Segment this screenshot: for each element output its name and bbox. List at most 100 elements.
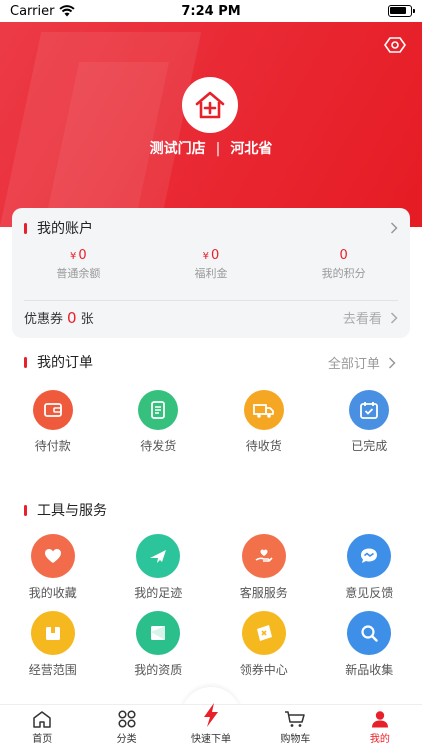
stat-label: 普通余额 xyxy=(56,267,101,280)
all-orders-label: 全部订单 xyxy=(327,356,380,372)
account-stats: ¥0 普通余额 ¥0 福利金 0 我的积分 xyxy=(12,248,410,281)
tool-label: 领券中心 xyxy=(239,663,288,677)
orders-title-label: 我的订单 xyxy=(37,355,93,371)
coupon-link[interactable]: 去看看 xyxy=(343,308,398,327)
tool-label: 意见反馈 xyxy=(345,586,394,600)
tool-new-products[interactable]: 新品收集 xyxy=(317,611,422,678)
status-time: 7:24 PM xyxy=(181,3,241,19)
account-title: 我的账户 xyxy=(24,218,93,238)
tab-mine[interactable]: 我的 xyxy=(338,705,422,750)
chevron-right-icon xyxy=(388,356,396,369)
title-marker xyxy=(24,504,27,516)
order-grid: 待付款 待发货 待收货 已完成 xyxy=(0,390,422,454)
lightning-icon[interactable] xyxy=(190,694,232,736)
stat-points[interactable]: 0 我的积分 xyxy=(277,248,410,281)
heart-icon xyxy=(30,534,75,578)
tools-title: 工具与服务 xyxy=(24,500,398,520)
tool-grid: 我的收藏 我的足迹 客服服务 意见反馈 经营范围 我的资质 领券中心 新品收集 xyxy=(0,534,422,678)
profile-header: 测试门店 | 河北省 xyxy=(0,22,422,227)
coupon-icon xyxy=(241,611,286,655)
tab-label: 购物车 xyxy=(280,734,311,745)
tab-home[interactable]: 首页 xyxy=(0,705,84,750)
box-icon xyxy=(30,611,75,655)
service-hand-icon xyxy=(241,534,286,578)
coupon-label: 优惠券 xyxy=(24,312,64,327)
coupon-unit: 张 xyxy=(80,312,94,327)
truck-icon xyxy=(243,390,284,430)
cart-icon xyxy=(285,711,306,727)
store-logo-icon[interactable] xyxy=(182,77,238,133)
plane-icon xyxy=(136,534,181,578)
wallet-icon xyxy=(32,390,73,430)
tool-coupon-center[interactable]: 领券中心 xyxy=(211,611,317,678)
stat-value: 0 xyxy=(339,248,348,263)
tab-category[interactable]: 分类 xyxy=(84,705,168,750)
tool-label: 我的资质 xyxy=(134,663,183,677)
store-separator: | xyxy=(215,141,221,157)
stat-normal-balance[interactable]: ¥0 普通余额 xyxy=(12,248,145,281)
chevron-right-icon xyxy=(390,222,398,234)
order-pending-shipment[interactable]: 待发货 xyxy=(106,390,212,454)
eye-icon[interactable] xyxy=(384,36,406,54)
divider xyxy=(24,300,398,301)
stat-welfare[interactable]: ¥0 福利金 xyxy=(145,248,278,281)
tools-title-label: 工具与服务 xyxy=(37,503,107,519)
order-label: 待付款 xyxy=(34,439,71,453)
tool-qualifications[interactable]: 我的资质 xyxy=(106,611,212,678)
tool-label: 客服服务 xyxy=(239,586,288,600)
stat-label: 福利金 xyxy=(194,267,228,280)
status-left: Carrier xyxy=(10,3,76,19)
coupon-count: 0 xyxy=(67,309,77,327)
certificate-icon xyxy=(136,611,181,655)
order-pending-payment[interactable]: 待付款 xyxy=(0,390,106,454)
user-icon xyxy=(371,711,388,728)
tab-label: 我的 xyxy=(369,734,390,745)
tool-label: 经营范围 xyxy=(28,663,77,677)
coupon-info: 优惠券 0 张 xyxy=(24,308,94,327)
all-orders-link[interactable]: 全部订单 xyxy=(328,353,396,372)
order-label: 待发货 xyxy=(140,439,177,453)
tab-cart[interactable]: 购物车 xyxy=(253,705,337,750)
status-bar: Carrier 7:24 PM xyxy=(0,0,422,22)
carrier-label: Carrier xyxy=(10,3,55,19)
store-info: 测试门店 | 河北省 xyxy=(0,138,422,158)
title-marker xyxy=(24,222,27,234)
grid-icon xyxy=(118,710,136,728)
order-pending-receipt[interactable]: 待收货 xyxy=(211,390,317,454)
document-icon xyxy=(138,390,179,430)
tool-feedback[interactable]: 意见反馈 xyxy=(317,534,422,601)
order-label: 待收货 xyxy=(245,439,282,453)
tools-section: 工具与服务 我的收藏 我的足迹 客服服务 意见反馈 经营范围 我的资质 领券中心… xyxy=(0,500,422,678)
account-title-label: 我的账户 xyxy=(37,221,93,237)
tool-business-scope[interactable]: 经营范围 xyxy=(0,611,106,678)
account-header[interactable]: 我的账户 xyxy=(24,218,398,238)
stat-value: ¥0 xyxy=(202,248,220,263)
orders-header: 我的订单 全部订单 xyxy=(0,352,422,372)
order-completed[interactable]: 已完成 xyxy=(317,390,422,454)
tool-label: 我的足迹 xyxy=(134,586,183,600)
stat-label: 我的积分 xyxy=(321,267,366,280)
tool-customer-service[interactable]: 客服服务 xyxy=(211,534,317,601)
chevron-right-icon xyxy=(390,312,398,324)
tool-footprints[interactable]: 我的足迹 xyxy=(106,534,212,601)
order-label: 已完成 xyxy=(351,439,388,453)
orders-title: 我的订单 xyxy=(24,352,93,372)
tool-label: 新品收集 xyxy=(345,663,394,677)
title-marker xyxy=(24,356,27,368)
tab-label: 首页 xyxy=(32,734,53,745)
battery-icon xyxy=(388,5,415,17)
tool-label: 我的收藏 xyxy=(28,586,77,600)
tab-label: 分类 xyxy=(116,734,137,745)
tools-header: 工具与服务 xyxy=(0,500,422,520)
orders-section: 我的订单 全部订单 待付款 待发货 待收货 已完成 xyxy=(0,352,422,454)
coupon-link-label: 去看看 xyxy=(342,312,382,327)
chat-bubble-icon xyxy=(347,534,392,578)
coupon-row[interactable]: 优惠券 0 张 去看看 xyxy=(24,308,398,327)
home-icon xyxy=(33,711,51,728)
wifi-icon xyxy=(59,5,76,17)
account-card: 我的账户 ¥0 普通余额 ¥0 福利金 0 我的积分 优惠券 0 张 去看看 xyxy=(12,208,410,338)
store-region: 河北省 xyxy=(230,141,273,157)
stat-value: ¥0 xyxy=(70,248,87,263)
store-name: 测试门店 xyxy=(149,141,206,157)
tool-favorites[interactable]: 我的收藏 xyxy=(0,534,106,601)
